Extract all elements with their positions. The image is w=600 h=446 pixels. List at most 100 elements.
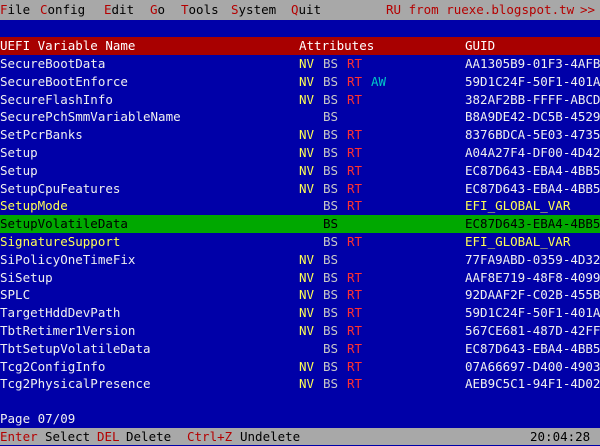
menu-file[interactable]: File — [0, 1, 30, 19]
variable-guid: AEB9C5C1-94F1-4D02 — [465, 376, 600, 392]
attribute-rt: RT — [347, 162, 363, 178]
variable-name: TbtSetupVolatileData — [0, 340, 151, 356]
table-row[interactable]: SetPcrBanks NV BS RT 8376BDCA-5E03-4735 — [0, 126, 600, 144]
variable-guid: EC87D643-EBA4-4BB5 — [465, 216, 600, 232]
variable-guid: EFI_GLOBAL_VAR — [465, 198, 571, 214]
table-row[interactable]: SetupCpuFeatures NV BS RT EC87D643-EBA4-4BB5 — [0, 180, 600, 198]
attribute-nv: NV — [299, 56, 315, 71]
menu-quit[interactable]: Quit — [291, 1, 321, 19]
attribute-nv: NV — [299, 305, 315, 321]
attribute-nv: NV — [299, 251, 315, 267]
table-row[interactable]: Tcg2ConfigInfo NV BS RT 07A66697-D400-4903 — [0, 358, 600, 376]
variable-name: Tcg2PhysicalPresence — [0, 376, 151, 392]
attribute-rt: RT — [347, 376, 363, 392]
attribute-rt: RT — [347, 358, 363, 374]
variable-name: TbtRetimer1Version — [0, 322, 136, 338]
table-row[interactable]: SecureBootData NV BS RT AA1305B9-01F3-4AFB — [0, 55, 600, 73]
attribute-nv: NV — [299, 180, 315, 196]
attribute-nv: NV — [299, 287, 315, 303]
variable-guid: AAF8E719-48F8-4099 — [465, 269, 600, 285]
header-guid: GUID — [465, 38, 496, 53]
attribute-rt: RT — [347, 73, 363, 89]
attribute-bs: BS — [323, 91, 339, 107]
variable-guid: EC87D643-EBA4-4BB5 — [465, 340, 600, 356]
menu-system[interactable]: System — [231, 1, 276, 19]
attribute-bs: BS — [323, 340, 339, 356]
attribute-bs: BS — [323, 144, 339, 160]
table-row[interactable]: SecureFlashInfo NV BS RT 382AF2BB-FFFF-ABCD — [0, 91, 600, 109]
table-row[interactable]: SiPolicyOneTimeFix NV BS 77FA9ABD-0359-4D32 — [0, 251, 600, 269]
table-row[interactable]: Setup NV BS RT EC87D643-EBA4-4BB5 — [0, 162, 600, 180]
variable-guid: 382AF2BB-FFFF-ABCD — [465, 91, 600, 107]
attribute-bs: BS — [323, 162, 339, 178]
variable-name: SignatureSupport — [0, 233, 121, 249]
variable-guid: EFI_GLOBAL_VAR — [465, 233, 571, 249]
variable-guid: A04A27F4-DF00-4D42 — [465, 144, 600, 160]
table-row[interactable]: SecureBootEnforce NV BS RT AW 59D1C24F-50F1-4… — [0, 73, 600, 91]
attribute-bs: BS — [323, 73, 339, 89]
attribute-nv: NV — [299, 269, 315, 285]
attribute-rt: RT — [347, 180, 363, 196]
menu-tools[interactable]: Tools — [181, 1, 219, 19]
variable-name: SetPcrBanks — [0, 127, 83, 143]
hint-label-undelete: Undelete — [240, 429, 301, 444]
table-row-selected[interactable]: SetupVolatileData BS EC87D643-EBA4-4BB5 — [0, 215, 600, 233]
attribute-rt: RT — [347, 91, 363, 107]
attribute-bs: BS — [323, 322, 339, 338]
status-bar: Enter Select DEL Delete Ctrl+Z Undelete … — [0, 428, 600, 445]
table-row[interactable]: SiSetup NV BS RT AAF8E719-48F8-4099 — [0, 269, 600, 287]
attribute-rt: RT — [347, 287, 363, 303]
variable-name: SiPolicyOneTimeFix — [0, 251, 136, 267]
attribute-bs: BS — [323, 109, 339, 125]
attribute-bs: BS — [323, 180, 339, 196]
attribute-bs: BS — [323, 358, 339, 374]
table-row[interactable]: TargetHddDevPath NV BS RT 59D1C24F-50F1-401A — [0, 304, 600, 322]
table-header: UEFI Variable Name Attributes GUID — [0, 37, 600, 55]
menu-config[interactable]: Config — [40, 1, 85, 19]
attribute-bs: BS — [323, 233, 339, 249]
variable-name: SecureBootData — [0, 56, 106, 71]
hint-key-del: DEL — [97, 429, 120, 444]
attribute-nv: NV — [299, 91, 315, 107]
menu-go[interactable]: Go — [150, 1, 165, 19]
menu-edit[interactable]: Edit — [104, 1, 134, 19]
attribute-nv: NV — [299, 322, 315, 338]
variable-name: Setup — [0, 144, 38, 160]
more-menu-arrow[interactable]: >> — [580, 1, 595, 19]
menu-bar: File Config Edit Go Tools System Quit RU… — [0, 0, 600, 20]
hint-label-delete: Delete — [126, 429, 172, 444]
clock: 20:04:28 — [530, 429, 591, 444]
attribute-nv: NV — [299, 144, 315, 160]
variable-guid: 77FA9ABD-0359-4D32 — [465, 251, 600, 267]
variable-list: SecureBootData NV BS RT AA1305B9-01F3-4AFB Se… — [0, 55, 600, 393]
attribute-bs: BS — [323, 56, 339, 71]
attribute-rt: RT — [347, 233, 363, 249]
attribute-bs: BS — [323, 216, 339, 232]
variable-guid: 07A66697-D400-4903 — [465, 358, 600, 374]
table-row[interactable]: SetupMode BS RT EFI_GLOBAL_VAR — [0, 197, 600, 215]
table-row[interactable]: Tcg2PhysicalPresence NV BS RT AEB9C5C1-94F1-… — [0, 375, 600, 393]
variable-guid: 92DAAF2F-C02B-455B — [465, 287, 600, 303]
variable-guid: 59D1C24F-50F1-401A — [465, 305, 600, 321]
table-row[interactable]: Setup NV BS RT A04A27F4-DF00-4D42 — [0, 144, 600, 162]
attribute-bs: BS — [323, 251, 339, 267]
hint-key-enter: Enter — [0, 429, 38, 444]
attribute-rt: RT — [347, 322, 363, 338]
attribute-nv: NV — [299, 162, 315, 178]
page-indicator: Page 07/09 — [0, 411, 76, 426]
variable-name: Tcg2ConfigInfo — [0, 358, 106, 374]
table-row[interactable]: SignatureSupport BS RT EFI_GLOBAL_VAR — [0, 233, 600, 251]
table-row[interactable]: SecurePchSmmVariableName BS B8A9DE42-DC5B-… — [0, 108, 600, 126]
attribute-rt: RT — [347, 144, 363, 160]
attribute-bs: BS — [323, 198, 339, 214]
attribute-rt: RT — [347, 198, 363, 214]
variable-guid: 567CE681-487D-42FF — [465, 322, 600, 338]
variable-name: SecurePchSmmVariableName — [0, 109, 181, 125]
variable-guid: EC87D643-EBA4-4BB5 — [465, 162, 600, 178]
app-title: RU from ruexe.blogspot.tw — [386, 2, 575, 17]
table-row[interactable]: SPLC NV BS RT 92DAAF2F-C02B-455B — [0, 286, 600, 304]
variable-name: SetupCpuFeatures — [0, 180, 121, 196]
attribute-rt: RT — [347, 340, 363, 356]
table-row[interactable]: TbtRetimer1Version NV BS RT 567CE681-487D-42… — [0, 322, 600, 340]
table-row[interactable]: TbtSetupVolatileData BS RT EC87D643-EBA4-4B… — [0, 340, 600, 358]
